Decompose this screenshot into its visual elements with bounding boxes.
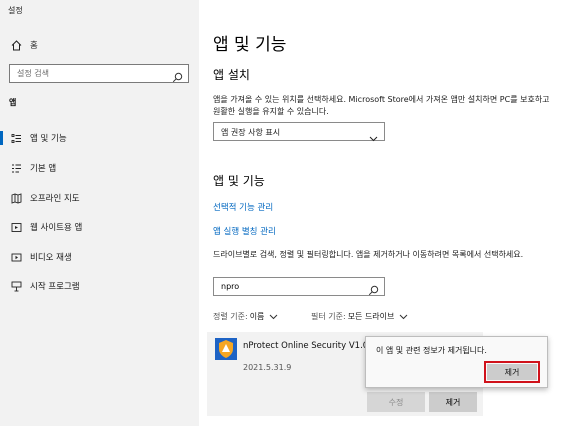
install-heading: 앱 설치 (213, 68, 250, 82)
nprotect-app-icon (215, 338, 237, 360)
sort-key-label: 정렬 기준: (213, 312, 248, 321)
sort-selector[interactable]: 정렬 기준: 이름 (213, 311, 278, 322)
uninstall-button[interactable]: 제거 (429, 392, 477, 412)
filter-value: 모든 드라이브 (347, 312, 395, 321)
settings-search (9, 64, 189, 83)
video-playback-icon (10, 251, 22, 263)
chevron-down-icon (269, 312, 278, 321)
chevron-down-icon (399, 312, 408, 321)
chevron-down-icon (369, 128, 378, 142)
app-name: nProtect Online Security V1.0(PFS) (243, 341, 365, 351)
confirm-uninstall-highlight: 제거 (484, 361, 540, 383)
sidebar: 설정 홈 앱 앱 및 기능 기본 앱 오프라인 지도 (0, 0, 199, 426)
sidebar-item-label: 앱 및 기능 (30, 134, 67, 144)
sidebar-item-home[interactable]: 홈 (0, 34, 199, 56)
sidebar-item-label: 웹 사이트용 앱 (30, 223, 83, 233)
offline-maps-icon (10, 192, 22, 204)
apps-features-icon (10, 132, 22, 144)
dropdown-value: 앱 권장 사항 표시 (221, 128, 281, 137)
startup-icon (10, 280, 22, 292)
sidebar-item-apps-websites[interactable]: 웹 사이트용 앱 (0, 216, 199, 238)
app-search-input[interactable] (214, 278, 364, 295)
uninstall-confirm-flyout: 이 앱 및 관련 정보가 제거됩니다. 제거 (365, 336, 548, 388)
sort-value: 이름 (249, 312, 265, 321)
search-icon[interactable] (172, 68, 183, 83)
filter-key-label: 필터 기준: (311, 312, 346, 321)
sidebar-item-offline-maps[interactable]: 오프라인 지도 (0, 187, 199, 209)
page-title: 앱 및 기능 (213, 35, 287, 55)
sidebar-item-label: 비디오 재생 (30, 253, 72, 263)
settings-search-input[interactable] (10, 65, 160, 82)
window-title: 설정 (8, 6, 23, 15)
filter-selector[interactable]: 필터 기준: 모든 드라이브 (311, 311, 408, 322)
modify-button[interactable]: 수정 (367, 392, 425, 412)
install-source-dropdown[interactable]: 앱 권장 사항 표시 (213, 122, 385, 142)
sidebar-item-startup[interactable]: 시작 프로그램 (0, 275, 199, 297)
active-indicator (0, 131, 3, 145)
confirm-uninstall-button[interactable]: 제거 (487, 364, 537, 380)
home-icon (10, 39, 22, 51)
filter-description: 드라이브별로 검색, 정렬 및 필터링합니다. 앱을 제거하거나 이동하려면 목… (213, 250, 524, 259)
sidebar-item-label: 기본 앱 (30, 164, 57, 174)
app-install-date: 2021.5.31.9 (243, 363, 292, 372)
sidebar-item-label: 오프라인 지도 (30, 194, 80, 204)
flyout-message: 이 앱 및 관련 정보가 제거됩니다. (376, 346, 487, 355)
sidebar-section-label: 앱 (9, 98, 17, 107)
sidebar-home-label: 홈 (30, 41, 38, 51)
app-search-field (213, 277, 385, 296)
apps-websites-icon (10, 221, 22, 233)
sidebar-item-video-playback[interactable]: 비디오 재생 (0, 246, 199, 268)
app-aliases-link[interactable]: 앱 실행 별칭 관리 (213, 225, 276, 237)
search-icon[interactable] (368, 281, 379, 296)
install-description: 앱을 가져올 수 있는 위치를 선택하세요. Microsoft Store에서… (213, 95, 550, 116)
apps-heading: 앱 및 기능 (213, 174, 265, 188)
optional-features-link[interactable]: 선택적 기능 관리 (213, 201, 273, 213)
sidebar-item-label: 시작 프로그램 (30, 282, 80, 292)
main-content: 앱 및 기능 앱 설치 앱을 가져올 수 있는 위치를 선택하세요. Micro… (199, 0, 568, 426)
default-apps-icon (10, 162, 22, 174)
sidebar-item-default-apps[interactable]: 기본 앱 (0, 157, 199, 179)
sidebar-item-apps-features[interactable]: 앱 및 기능 (0, 127, 199, 149)
